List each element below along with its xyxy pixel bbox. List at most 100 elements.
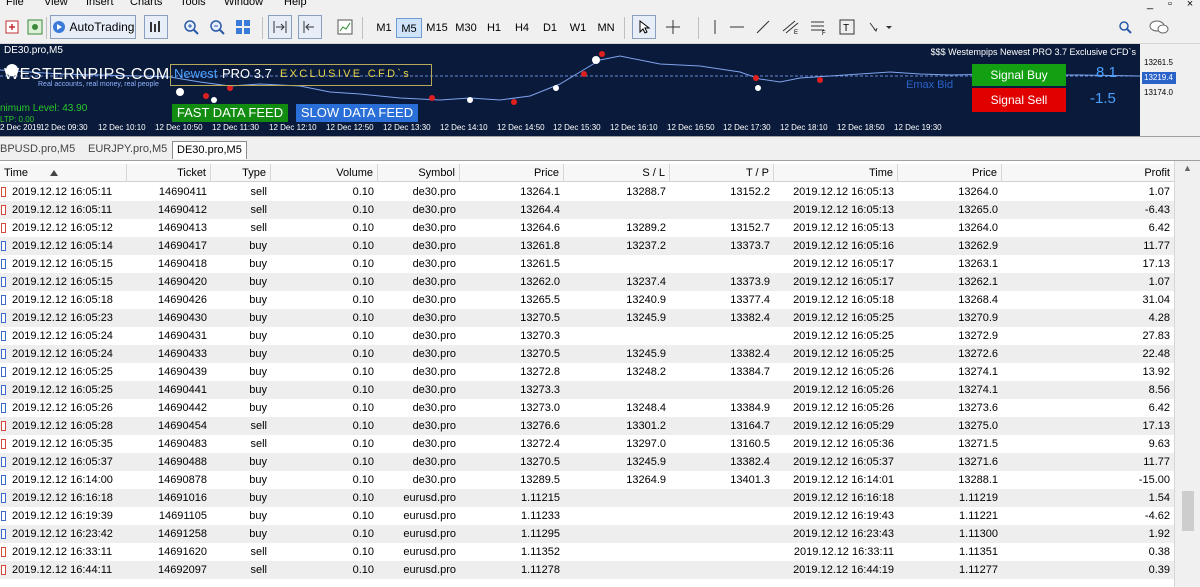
chat-icon[interactable]: [1146, 15, 1172, 39]
timeframe-m1[interactable]: M1: [372, 18, 396, 38]
cell-close-time: 2019.12.12 16:44:19: [793, 564, 894, 576]
cell-close-price: 13274.1: [958, 384, 998, 396]
table-row[interactable]: 2019.12.12 16:05:37 14690488 buy 0.10 de30.p…: [0, 453, 1174, 471]
cell-close-time: 2019.12.12 16:05:13: [793, 222, 894, 234]
col-symbol[interactable]: Symbol: [378, 164, 460, 182]
timeframe-m30[interactable]: M30: [453, 18, 479, 38]
table-row[interactable]: 2019.12.12 16:05:24 14690433 buy 0.10 de30.p…: [0, 345, 1174, 363]
table-row[interactable]: 2019.12.12 16:05:15 14690420 buy 0.10 de30.p…: [0, 273, 1174, 291]
chart-shift-icon[interactable]: [298, 15, 322, 39]
table-row[interactable]: 2019.12.12 16:05:28 14690454 sell 0.10 de30.…: [0, 417, 1174, 435]
col-ticket[interactable]: Ticket: [127, 164, 211, 182]
strategy-tester-icon[interactable]: [24, 15, 46, 39]
vertical-line-icon[interactable]: [704, 15, 726, 39]
table-row[interactable]: 2019.12.12 16:05:35 14690483 sell 0.10 de30.…: [0, 435, 1174, 453]
cell-open-price: 13272.8: [520, 366, 560, 378]
timeframe-m5[interactable]: M5: [396, 18, 422, 38]
table-row[interactable]: 2019.12.12 16:05:11 14690412 sell 0.10 de30.…: [0, 201, 1174, 219]
col-close-price[interactable]: Price: [898, 164, 1002, 182]
timeframe-h4[interactable]: H4: [510, 18, 534, 38]
scrollbar-thumb[interactable]: [1182, 491, 1194, 531]
trendline-icon[interactable]: [752, 15, 774, 39]
menu-charts[interactable]: Charts: [130, 0, 162, 8]
autotrading-button[interactable]: AutoTrading: [50, 15, 136, 39]
buy-order-icon: [1, 529, 6, 539]
col-open-price[interactable]: Price: [460, 164, 564, 182]
menu-view[interactable]: View: [44, 0, 68, 8]
menu-insert[interactable]: Insert: [86, 0, 114, 8]
templates-icon[interactable]: [334, 15, 356, 39]
table-row[interactable]: 2019.12.12 16:19:39 14691105 buy 0.10 eurusd…: [0, 507, 1174, 525]
search-icon[interactable]: [1114, 15, 1136, 39]
table-row[interactable]: 2019.12.12 16:05:18 14690426 buy 0.10 de30.p…: [0, 291, 1174, 309]
cell-tp: 13384.9: [730, 402, 770, 414]
timeframe-w1[interactable]: W1: [566, 18, 590, 38]
col-tp[interactable]: T / P: [670, 164, 774, 182]
table-row[interactable]: 2019.12.12 16:05:24 14690431 buy 0.10 de30.p…: [0, 327, 1174, 345]
table-row[interactable]: 2019.12.12 16:05:14 14690417 buy 0.10 de30.p…: [0, 237, 1174, 255]
fast-data-feed-button[interactable]: FAST DATA FEED: [172, 104, 288, 122]
fibonacci-icon[interactable]: F: [808, 15, 830, 39]
timeframe-h1[interactable]: H1: [482, 18, 506, 38]
signal-sell-button[interactable]: Signal Sell: [972, 88, 1066, 112]
tile-windows-icon[interactable]: [232, 15, 254, 39]
minimize-icon[interactable]: _: [1140, 0, 1160, 10]
text-icon[interactable]: T: [836, 15, 858, 39]
col-volume[interactable]: Volume: [271, 164, 378, 182]
price-chart[interactable]: DE30.pro,M5 $$$ Westempips Newest PRO 3.…: [0, 44, 1140, 136]
table-row[interactable]: 2019.12.12 16:23:42 14691258 buy 0.10 eurusd…: [0, 525, 1174, 543]
col-open-time[interactable]: Time: [0, 164, 127, 182]
table-row[interactable]: 2019.12.12 16:05:11 14690411 sell 0.10 de30.…: [0, 183, 1174, 201]
scroll-up-icon[interactable]: ▲: [1183, 163, 1192, 173]
col-sl[interactable]: S / L: [564, 164, 670, 182]
menu-help[interactable]: Help: [284, 0, 307, 8]
cell-close-time: 2019.12.12 16:05:17: [793, 276, 894, 288]
table-row[interactable]: 2019.12.12 16:05:12 14690413 sell 0.10 de30.…: [0, 219, 1174, 237]
menu-window[interactable]: Window: [224, 0, 263, 8]
timeframe-mn[interactable]: MN: [594, 18, 618, 38]
cell-volume: 0.10: [352, 204, 374, 216]
table-row[interactable]: 2019.12.12 16:05:25 14690441 buy 0.10 de30.p…: [0, 381, 1174, 399]
buy-order-icon: [1, 259, 6, 269]
horizontal-line-icon[interactable]: [726, 15, 748, 39]
restore-icon[interactable]: ▫: [1160, 0, 1180, 10]
buy-order-icon: [1, 295, 6, 305]
col-type[interactable]: Type: [211, 164, 271, 182]
table-row[interactable]: 2019.12.12 16:05:15 14690418 buy 0.10 de30.p…: [0, 255, 1174, 273]
cell-sl: 13237.4: [626, 276, 666, 288]
timeframe-d1[interactable]: D1: [538, 18, 562, 38]
col-profit[interactable]: Profit: [1002, 164, 1174, 182]
equidistant-channel-icon[interactable]: E: [780, 15, 802, 39]
cell-volume: 0.10: [352, 492, 374, 504]
menu-file[interactable]: File: [6, 0, 24, 8]
new-order-icon[interactable]: [2, 15, 24, 39]
zoom-out-icon[interactable]: [206, 15, 228, 39]
table-row[interactable]: 2019.12.12 16:33:11 14691620 sell 0.10 eurus…: [0, 543, 1174, 561]
zoom-in-icon[interactable]: [180, 15, 202, 39]
close-icon[interactable]: ×: [1180, 0, 1200, 10]
cursor-icon[interactable]: [632, 15, 656, 39]
table-row[interactable]: 2019.12.12 16:05:26 14690442 buy 0.10 de30.p…: [0, 399, 1174, 417]
buy-order-icon: [1, 475, 6, 485]
time-tick: 12 Dec 17:30: [723, 123, 771, 132]
table-row[interactable]: 2019.12.12 16:14:00 14690878 buy 0.10 de30.p…: [0, 471, 1174, 489]
tab-de30[interactable]: DE30.pro,M5: [172, 141, 247, 159]
slow-data-feed-button[interactable]: SLOW DATA FEED: [296, 104, 418, 122]
auto-scroll-icon[interactable]: [268, 15, 292, 39]
tab-eurjpy[interactable]: EURJPY.pro,M5: [88, 143, 167, 155]
chart-bars-icon[interactable]: [144, 15, 168, 39]
crosshair-icon[interactable]: [662, 15, 684, 39]
table-row[interactable]: 2019.12.12 16:16:18 14691016 buy 0.10 eurusd…: [0, 489, 1174, 507]
cell-symbol: de30.pro: [412, 186, 456, 198]
cell-sl: 13245.9: [626, 312, 666, 324]
table-row[interactable]: 2019.12.12 16:05:25 14690439 buy 0.10 de30.p…: [0, 363, 1174, 381]
table-row[interactable]: 2019.12.12 16:44:11 14692097 sell 0.10 eurus…: [0, 561, 1174, 579]
col-close-time[interactable]: Time: [774, 164, 898, 182]
tab-gbpusd[interactable]: BPUSD.pro,M5: [0, 143, 75, 155]
table-row[interactable]: 2019.12.12 16:05:23 14690430 buy 0.10 de30.p…: [0, 309, 1174, 327]
menu-tools[interactable]: Tools: [180, 0, 206, 8]
arrows-dropdown-icon[interactable]: [866, 15, 896, 39]
vertical-scrollbar[interactable]: ▲: [1174, 161, 1200, 587]
timeframe-m15[interactable]: M15: [424, 18, 450, 38]
signal-buy-button[interactable]: Signal Buy: [972, 64, 1066, 86]
